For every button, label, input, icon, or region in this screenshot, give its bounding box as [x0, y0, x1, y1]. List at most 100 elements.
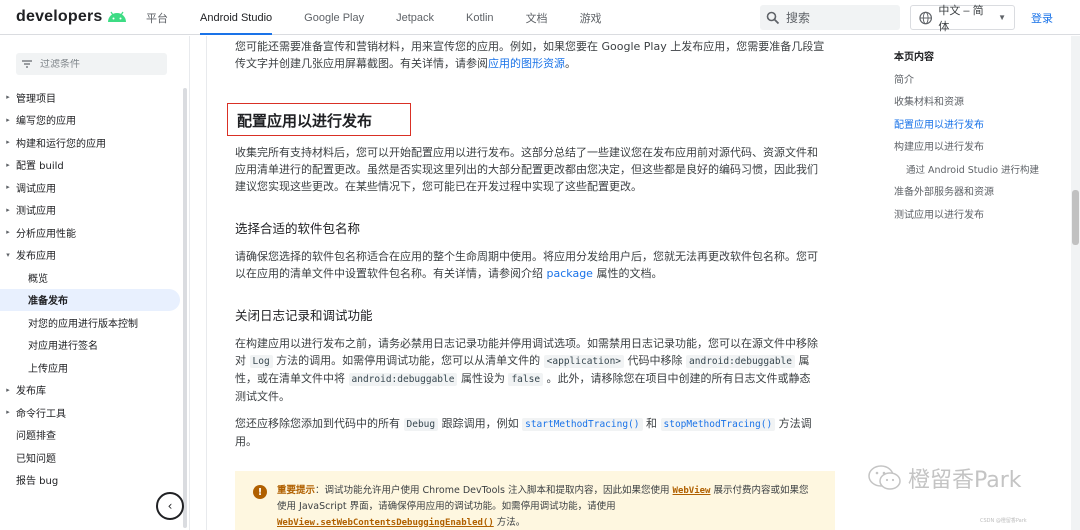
sidebar-item-label: 编写您的应用	[16, 116, 76, 128]
nav-jetpack[interactable]: Jetpack	[380, 0, 450, 35]
sidebar-item-report-bug[interactable]: 报告 bug	[0, 469, 180, 492]
filter-input[interactable]	[40, 58, 150, 70]
toc-item-build-studio[interactable]: 通过 Android Studio 进行构建	[894, 163, 1064, 186]
page-scrollbar-thumb[interactable]	[1072, 190, 1079, 245]
chevron-left-icon: ‹	[167, 499, 173, 513]
important-callout: ! 重要提示：调试功能允许用户使用 Chrome DevTools 注入脚本和提…	[235, 471, 835, 530]
nav-kotlin[interactable]: Kotlin	[450, 0, 510, 35]
text: 展示付费内容或如果您	[710, 485, 809, 496]
stop-method-tracing-link[interactable]: stopMethodTracing()	[660, 418, 776, 431]
text: 性，或在清单文件中将	[235, 372, 349, 385]
sidebar-item-write-app[interactable]: ▸ 编写您的应用	[0, 109, 180, 132]
sidebar-item-label: 已知问题	[16, 453, 56, 465]
chevron-right-icon: ▸	[6, 160, 10, 169]
sidebar-item-configure-build[interactable]: ▸ 配置 build	[0, 154, 180, 177]
toc-item-intro[interactable]: 简介	[894, 73, 1064, 96]
sidebar-item-cli-tools[interactable]: ▸ 命令行工具	[0, 401, 180, 424]
language-select[interactable]: 中文 – 简体 ▼	[910, 5, 1015, 33]
toc-item-gather[interactable]: 收集材料和资源	[894, 95, 1064, 118]
text: 传文字并创建几张应用屏幕截图。有关详情，请参阅	[235, 57, 488, 70]
text: 方法。	[493, 517, 526, 528]
sidebar-item-debug[interactable]: ▸ 调试应用	[0, 176, 180, 199]
page-scrollbar-track[interactable]	[1071, 36, 1080, 530]
top-nav: 平台 Android Studio Google Play Jetpack Ko…	[130, 0, 618, 35]
sidebar-item-publish-library[interactable]: ▸ 发布库	[0, 379, 180, 402]
text: 您还应移除您添加到代码中的所有	[235, 417, 404, 430]
text: 代码中移除	[624, 354, 687, 367]
text: 。此外，请移除您在项目中创建的所有日志文件或静态	[543, 372, 811, 385]
left-sidebar: ▸ 管理项目 ▸ 编写您的应用 ▸ 构建和运行您的应用 ▸ 配置 build ▸ 调试应用…	[0, 36, 190, 530]
graphic-assets-link[interactable]: 应用的图形资源	[488, 57, 565, 70]
sidebar-item-label: 配置 build	[16, 161, 64, 173]
section-heading-logging: 关闭日志记录和调试功能	[235, 308, 373, 323]
login-link[interactable]: 登录	[1031, 10, 1053, 26]
sidebar-item-signing[interactable]: 对应用进行签名	[0, 334, 180, 357]
chevron-right-icon: ▸	[6, 138, 10, 147]
table-of-contents: 本页内容 简介 收集材料和资源 配置应用以进行发布 构建应用以进行发布 通过 A…	[894, 50, 1064, 230]
text: 测试文件。	[235, 390, 290, 403]
text: 请确保您选择的软件包名称适合在应用的整个生命周期中使用。将应用分发给用户后，您就…	[235, 250, 818, 263]
nav-platform[interactable]: 平台	[130, 0, 184, 35]
sidebar-item-manage-projects[interactable]: ▸ 管理项目	[0, 86, 180, 109]
nav-google-play[interactable]: Google Play	[288, 0, 380, 35]
chevron-right-icon: ▸	[6, 205, 10, 214]
package-link[interactable]: package	[547, 267, 593, 280]
sidebar-item-test[interactable]: ▸ 测试应用	[0, 199, 180, 222]
watermark: 橙留香Park	[868, 462, 1022, 494]
sidebar-item-known-issues[interactable]: 已知问题	[0, 446, 180, 469]
sidebar-item-performance[interactable]: ▸ 分析应用性能	[0, 221, 180, 244]
sidebar-item-label: 调试应用	[16, 183, 56, 195]
text: 使用 JavaScript 界面，请确保停用应用的调试功能。如需停用调试功能，请…	[277, 501, 616, 512]
search-icon	[766, 11, 780, 24]
android-head-icon	[108, 11, 127, 22]
sidebar-item-publish[interactable]: ▾ 发布应用	[0, 244, 180, 267]
sidebar-item-prepare-release[interactable]: 准备发布	[0, 288, 180, 311]
search-input[interactable]	[786, 10, 886, 25]
chevron-right-icon: ▸	[6, 385, 10, 394]
sidebar-item-label: 准备发布	[28, 296, 68, 308]
language-label: 中文 – 简体	[938, 4, 984, 33]
sidebar-item-label: 问题排查	[16, 431, 56, 443]
text: 方法调	[775, 417, 812, 430]
sidebar-item-label: 对您的应用进行版本控制	[28, 318, 138, 330]
start-method-tracing-link[interactable]: startMethodTracing()	[522, 418, 643, 431]
sidebar-item-versioning[interactable]: 对您的应用进行版本控制	[0, 311, 180, 334]
search-box[interactable]	[760, 5, 900, 30]
text: 在构建应用以进行发布之前，请务必禁用日志记录功能并停用调试选项。如需禁用日志记录…	[235, 337, 818, 350]
main-content: 您可能还需要准备宣传和营销材料，用来宣传您的应用。例如，如果您要在 Google…	[206, 36, 856, 530]
toc-item-build[interactable]: 构建应用以进行发布	[894, 140, 1064, 163]
filter-icon	[22, 60, 32, 68]
sidebar-item-label: 分析应用性能	[16, 228, 76, 240]
nav-docs[interactable]: 文档	[510, 0, 564, 35]
toc-item-configure[interactable]: 配置应用以进行发布	[894, 118, 1064, 141]
filter-box[interactable]	[16, 53, 167, 75]
sidebar-item-build-run[interactable]: ▸ 构建和运行您的应用	[0, 131, 180, 154]
text: 方法的调用。如需停用调试功能，您可以从清单文件的	[272, 354, 544, 367]
sidebar-item-overview[interactable]: 概览	[0, 266, 180, 289]
logo-text: developers	[16, 8, 103, 25]
collapse-sidebar-button[interactable]: ‹	[156, 492, 184, 520]
nav-android-studio[interactable]: Android Studio	[184, 0, 288, 35]
sidebar-item-label: 对应用进行签名	[28, 341, 98, 353]
sidebar-item-troubleshoot[interactable]: 问题排查	[0, 424, 180, 447]
chevron-right-icon: ▸	[6, 115, 10, 124]
callout-text: 重要提示：调试功能允许用户使用 Chrome DevTools 注入脚本和提取内…	[277, 483, 822, 530]
nav-games[interactable]: 游戏	[564, 0, 618, 35]
text: 应用清单进行的配置更改。虽然是否实现这里列出的大部分配置更改都由您决定，但这些都…	[235, 163, 818, 176]
text: 和	[642, 417, 661, 430]
webview-link[interactable]: WebView	[673, 486, 711, 496]
chevron-right-icon: ▸	[6, 408, 10, 417]
text: 属	[794, 354, 810, 367]
toc-item-test[interactable]: 测试应用以进行发布	[894, 208, 1064, 231]
text: 属性的文档。	[592, 267, 663, 280]
set-debugging-enabled-link[interactable]: WebView.setWebContentsDebuggingEnabled()	[277, 518, 494, 528]
text: 属性设为	[457, 372, 509, 385]
sidebar-item-label: 报告 bug	[16, 476, 59, 488]
text: 以在应用的清单文件中设置软件包名称。有关详情，请参阅介绍	[235, 267, 547, 280]
wechat-icon	[868, 465, 901, 490]
sidebar-item-upload[interactable]: 上传应用	[0, 356, 180, 379]
sidebar-scrollbar[interactable]	[183, 88, 187, 528]
toc-item-servers[interactable]: 准备外部服务器和资源	[894, 185, 1064, 208]
developers-logo[interactable]: developers	[16, 8, 128, 26]
code-debuggable: android:debuggable	[686, 355, 795, 368]
